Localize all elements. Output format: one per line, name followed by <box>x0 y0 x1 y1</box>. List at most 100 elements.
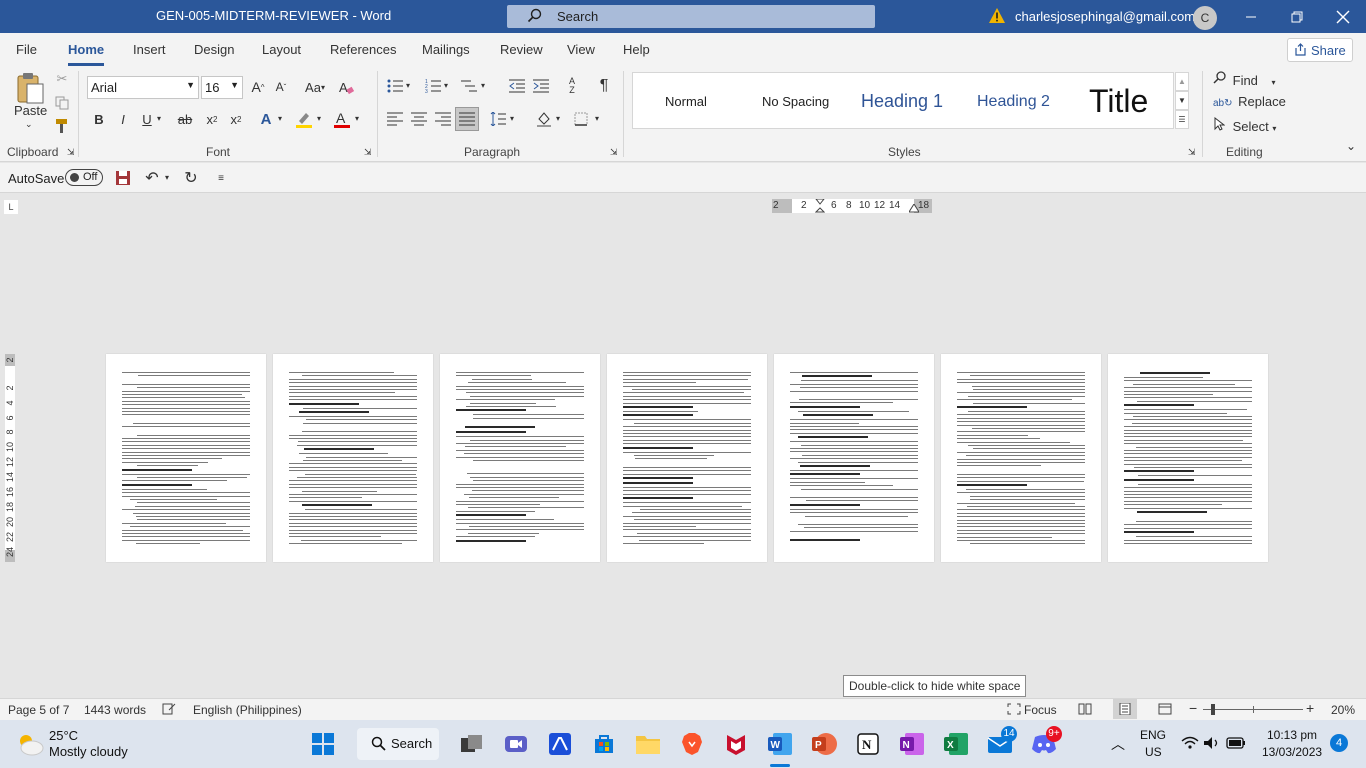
numbering-icon[interactable]: 123 <box>424 77 442 95</box>
avatar[interactable]: C <box>1193 6 1217 30</box>
justify-icon[interactable] <box>455 107 479 131</box>
styles-launcher-icon[interactable]: ⇲ <box>1188 147 1196 158</box>
word-count[interactable]: 1443 words <box>84 703 146 717</box>
onenote-icon[interactable]: N <box>896 728 928 760</box>
weather-desc[interactable]: Mostly cloudy <box>49 744 128 759</box>
shading-icon[interactable] <box>535 110 553 128</box>
right-indent-marker-icon[interactable] <box>909 204 919 213</box>
battery-icon[interactable] <box>1226 737 1246 752</box>
chevron-down-icon[interactable]: ▾ <box>317 114 321 123</box>
superscript-icon[interactable]: x2 <box>227 110 245 128</box>
document-page-2[interactable] <box>273 354 433 562</box>
borders-icon[interactable] <box>572 110 590 128</box>
zoom-slider-thumb[interactable] <box>1211 704 1215 715</box>
paragraph-launcher-icon[interactable]: ⇲ <box>610 147 618 158</box>
document-page-1[interactable] <box>106 354 266 562</box>
web-layout-icon[interactable] <box>1158 703 1172 718</box>
tab-home[interactable]: Home <box>68 42 105 66</box>
styles-more-icon[interactable]: ☰ <box>1175 110 1189 129</box>
minimize-button[interactable] <box>1228 0 1274 33</box>
font-color-icon[interactable]: A <box>332 109 352 129</box>
cut-icon[interactable]: ✂ <box>54 71 70 87</box>
task-view-icon[interactable] <box>456 728 488 760</box>
vertical-ruler[interactable]: 2 2 4 6 8 10 12 14 16 18 20 22 24 <box>5 354 15 562</box>
zoom-level[interactable]: 20% <box>1331 703 1355 717</box>
save-icon[interactable] <box>115 170 131 186</box>
copy-icon[interactable] <box>54 95 70 111</box>
styles-scroll-down-icon[interactable]: ▼ <box>1175 91 1189 110</box>
restore-button[interactable] <box>1274 0 1320 33</box>
start-icon[interactable] <box>307 728 339 760</box>
bold-icon[interactable]: B <box>91 110 107 128</box>
close-button[interactable] <box>1320 0 1366 33</box>
zoom-in-icon[interactable]: + <box>1306 700 1314 716</box>
chevron-down-icon[interactable]: ▾ <box>444 81 448 90</box>
language-top[interactable]: ENG <box>1140 728 1166 742</box>
decrease-indent-icon[interactable] <box>508 77 526 95</box>
tab-insert[interactable]: Insert <box>133 42 166 57</box>
tab-view[interactable]: View <box>567 42 595 57</box>
weather-icon[interactable] <box>14 728 46 760</box>
notion-icon[interactable]: N <box>852 728 884 760</box>
show-hidden-icons-icon[interactable]: ︿ <box>1111 734 1125 754</box>
chevron-down-icon[interactable]: ▾ <box>355 114 359 123</box>
font-launcher-icon[interactable]: ⇲ <box>364 147 372 158</box>
chevron-down-icon[interactable]: ▾ <box>510 114 514 123</box>
font-name-select[interactable]: Arial ▼ <box>87 76 199 99</box>
video-chat-icon[interactable] <box>500 728 532 760</box>
show-formatting-icon[interactable]: ¶ <box>595 76 613 96</box>
paste-label[interactable]: Paste <box>14 103 47 118</box>
tab-file[interactable]: File <box>16 42 37 57</box>
align-right-icon[interactable] <box>434 110 452 128</box>
italic-icon[interactable]: I <box>115 110 131 128</box>
style-heading-1[interactable]: Heading 1 <box>861 73 943 130</box>
strikethrough-icon[interactable]: ab <box>176 110 194 128</box>
powerpoint-icon[interactable]: P <box>808 728 840 760</box>
paste-icon[interactable] <box>12 70 48 106</box>
chevron-down-icon[interactable]: ▾ <box>556 114 560 123</box>
style-normal[interactable]: Normal <box>665 73 707 130</box>
brave-browser-icon[interactable] <box>676 728 708 760</box>
excel-icon[interactable]: X <box>940 728 972 760</box>
wifi-icon[interactable] <box>1181 736 1199 753</box>
style-no-spacing[interactable]: No Spacing <box>762 73 829 130</box>
horizontal-ruler[interactable]: 2 2 6 8 10 12 14 18 <box>772 199 932 213</box>
clipboard-launcher-icon[interactable]: ⇲ <box>67 147 75 158</box>
document-page-7[interactable] <box>1108 354 1268 562</box>
tab-mailings[interactable]: Mailings <box>422 42 470 57</box>
underline-icon[interactable]: U <box>139 110 155 128</box>
share-button[interactable]: Share <box>1287 38 1353 62</box>
search-box[interactable]: Search <box>507 5 875 28</box>
language-bottom[interactable]: US <box>1145 745 1162 759</box>
bullets-icon[interactable] <box>386 77 404 95</box>
page-count[interactable]: Page 5 of 7 <box>8 703 69 717</box>
tab-layout[interactable]: Layout <box>262 42 301 57</box>
warning-icon[interactable] <box>989 8 1005 26</box>
chevron-down-icon[interactable]: ▾ <box>406 81 410 90</box>
tab-design[interactable]: Design <box>194 42 234 57</box>
shrink-font-icon[interactable]: Aˇ <box>272 78 290 96</box>
file-explorer-icon[interactable] <box>632 728 664 760</box>
redo-icon[interactable]: ↻ <box>182 169 200 187</box>
clock-date[interactable]: 13/03/2023 <box>1262 745 1322 759</box>
tab-references[interactable]: References <box>330 42 396 57</box>
clear-formatting-icon[interactable]: A <box>337 78 355 96</box>
align-center-icon[interactable] <box>410 110 428 128</box>
tab-help[interactable]: Help <box>623 42 650 57</box>
style-heading-2[interactable]: Heading 2 <box>977 73 1050 130</box>
replace-button[interactable]: ab↻ Replace <box>1213 94 1286 109</box>
zoom-slider[interactable] <box>1203 704 1303 715</box>
chevron-down-icon[interactable]: ▾ <box>481 81 485 90</box>
paste-chevron-icon[interactable]: ⌄ <box>25 119 33 130</box>
styles-scroll-up-icon[interactable]: ▲ <box>1175 72 1189 91</box>
microsoft-store-icon[interactable] <box>588 728 620 760</box>
tab-review[interactable]: Review <box>500 42 543 57</box>
undo-icon[interactable]: ↶ <box>143 169 161 187</box>
taskbar-search-button[interactable]: Search <box>357 728 439 760</box>
font-size-select[interactable]: 16 ▼ <box>201 76 243 99</box>
focus-label[interactable]: Focus <box>1024 703 1057 717</box>
account-email[interactable]: charlesjosephingal@gmail.com <box>1015 9 1195 24</box>
autosave-toggle[interactable]: Off <box>65 169 103 186</box>
align-left-icon[interactable] <box>386 110 404 128</box>
document-page-5[interactable] <box>774 354 934 562</box>
